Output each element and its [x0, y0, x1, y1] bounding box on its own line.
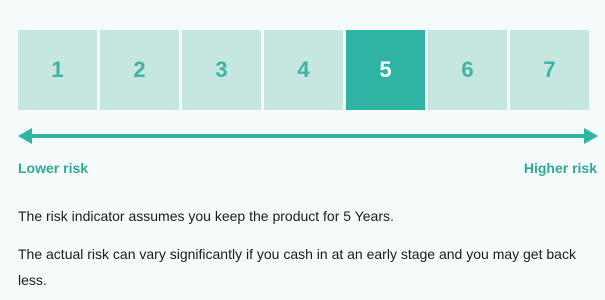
- risk-level-3: 3: [182, 30, 261, 110]
- risk-arrow-icon: [18, 128, 598, 144]
- risk-assumption-text: The risk indicator assumes you keep the …: [18, 208, 394, 224]
- risk-level-1: 1: [18, 30, 97, 110]
- lower-risk-label: Lower risk: [18, 160, 89, 176]
- risk-level-5: 5: [346, 30, 425, 110]
- higher-risk-label: Higher risk: [523, 160, 597, 176]
- risk-level-4: 4: [264, 30, 343, 110]
- risk-scale: 1234567: [18, 30, 589, 110]
- risk-indicator-panel: 1234567 Lower risk Higher risk The risk …: [0, 0, 605, 300]
- risk-level-2: 2: [100, 30, 179, 110]
- risk-level-7: 7: [510, 30, 589, 110]
- risk-variation-text: The actual risk can vary significantly i…: [18, 246, 576, 288]
- risk-level-6: 6: [428, 30, 507, 110]
